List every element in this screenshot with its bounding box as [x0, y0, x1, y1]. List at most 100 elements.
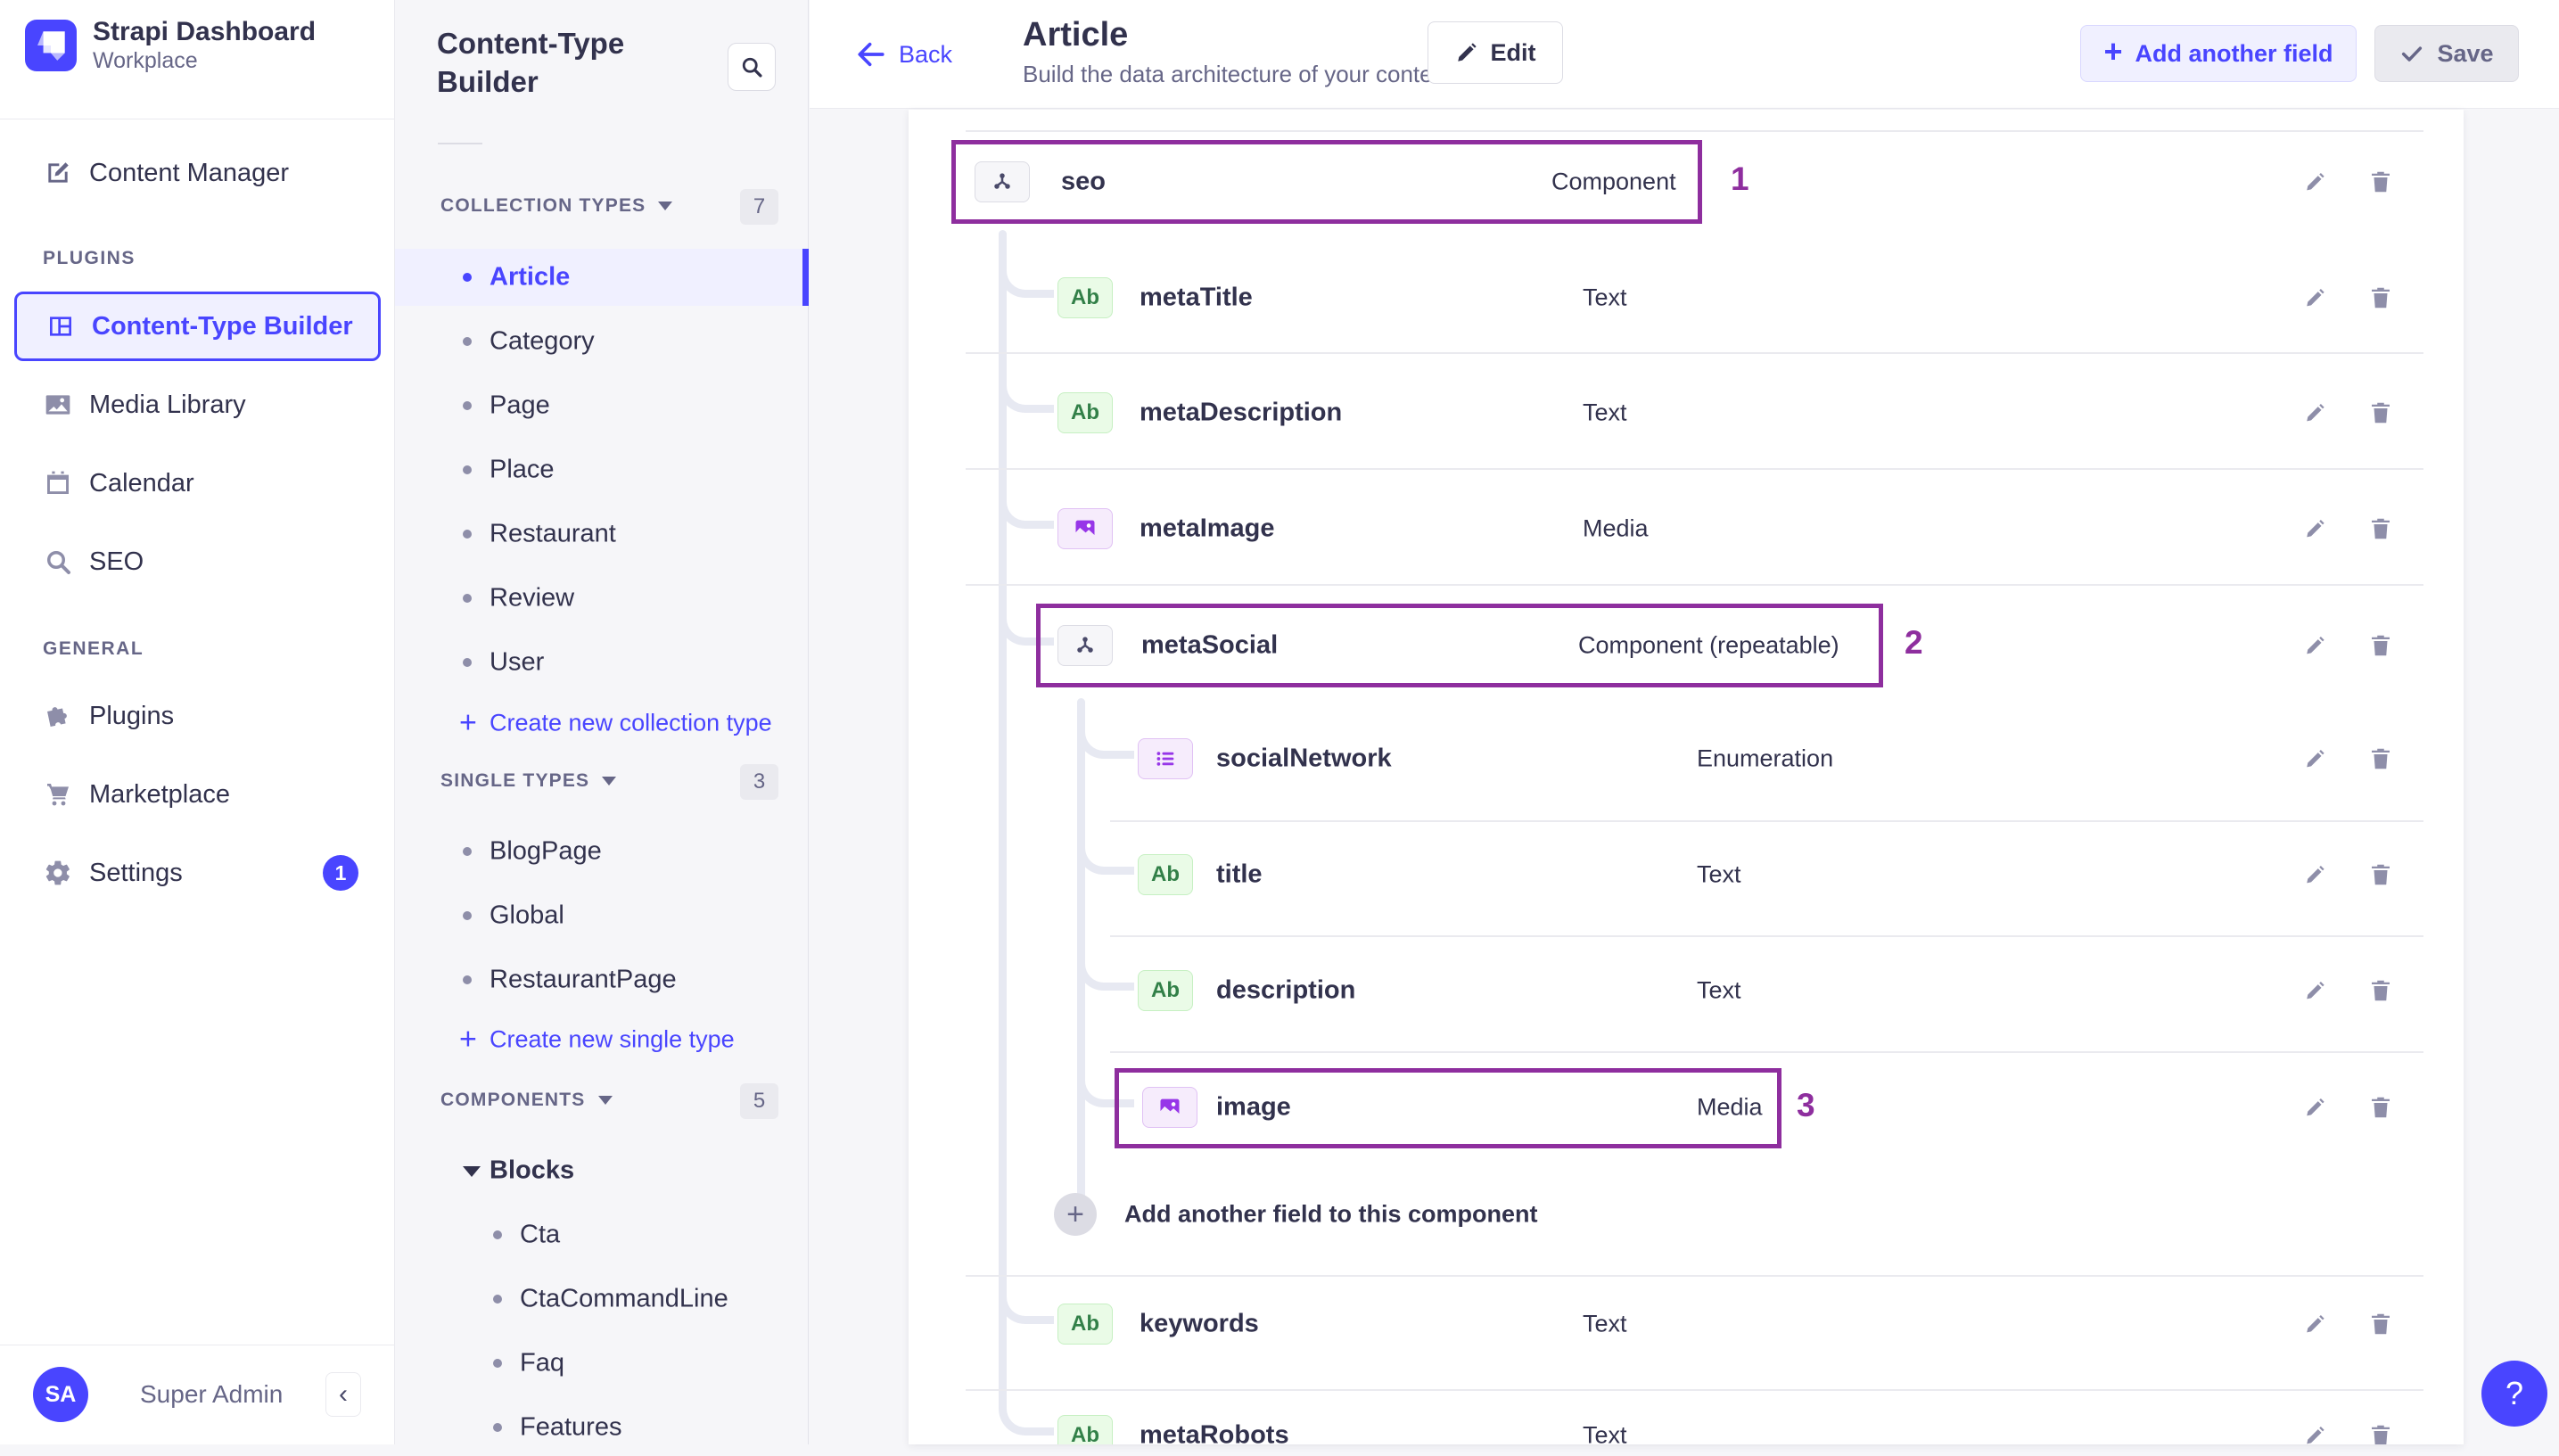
create-single-type-link[interactable]: + Create new single type [395, 1011, 809, 1068]
sidebar-item-label: Calendar [89, 468, 194, 498]
divider [438, 143, 482, 144]
sidebar-item-settings[interactable]: Settings 1 [0, 844, 395, 901]
delete-field-icon[interactable] [2367, 861, 2394, 888]
edit-field-icon[interactable] [2301, 1311, 2328, 1337]
delete-field-icon[interactable] [2367, 169, 2394, 195]
search-icon [742, 57, 762, 78]
plus-icon: + [1054, 1193, 1097, 1236]
edit-field-icon[interactable] [2301, 284, 2328, 311]
edit-field-icon[interactable] [2301, 1422, 2328, 1444]
delete-field-icon[interactable] [2367, 1094, 2394, 1121]
field-row-metatitle[interactable]: Ab metaTitle Text [909, 257, 2464, 339]
bullet-icon [463, 911, 472, 920]
enumeration-field-icon [1138, 738, 1193, 779]
chevron-down-icon [602, 777, 617, 786]
components-count: 5 [740, 1083, 778, 1119]
sidebar-item-content-manager[interactable]: Content Manager [0, 144, 395, 202]
component-icon [975, 161, 1030, 202]
edit-field-icon[interactable] [2301, 399, 2328, 426]
subnav-item-blogpage[interactable]: BlogPage [395, 823, 809, 880]
edit-field-icon[interactable] [2301, 745, 2328, 772]
sidebar-item-label: Content-Type Builder [92, 311, 353, 341]
edit-field-icon[interactable] [2301, 861, 2328, 888]
sidebar-item-media-library[interactable]: Media Library [0, 376, 395, 433]
bullet-icon [493, 1230, 502, 1239]
edit-button[interactable]: Edit [1428, 21, 1563, 84]
nav-section-plugins: PLUGINS [43, 248, 136, 268]
search-button[interactable] [728, 43, 776, 91]
field-row-metaimage[interactable]: metaImage Media [909, 488, 2464, 570]
subnav-item-restaurantpage[interactable]: RestaurantPage [395, 951, 809, 1008]
plus-icon: + [459, 705, 477, 740]
bullet-icon [463, 975, 472, 984]
page-subtitle: Build the data architecture of your cont… [1023, 61, 1452, 87]
content-type-builder-icon [45, 311, 76, 341]
text-field-icon: Ab [1138, 970, 1193, 1011]
field-row-socialnetwork[interactable]: socialNetwork Enumeration [909, 718, 2464, 800]
field-row-metadescription[interactable]: Ab metaDescription Text [909, 372, 2464, 454]
collection-types-header[interactable]: COLLECTION TYPES [440, 195, 673, 217]
save-button[interactable]: Save [2374, 25, 2519, 82]
collection-types-count: 7 [740, 189, 778, 225]
components-header[interactable]: COMPONENTS [440, 1090, 613, 1111]
nav-section-general: GENERAL [43, 638, 144, 659]
edit-field-icon[interactable] [2301, 632, 2328, 659]
divider [1110, 820, 2423, 822]
subnav-item-category[interactable]: Category [395, 313, 809, 370]
subnav-item-ctacommandline[interactable]: CtaCommandLine [395, 1271, 809, 1328]
collapse-sidebar-button[interactable]: ‹ [325, 1372, 361, 1417]
media-library-icon [43, 390, 73, 420]
bullet-icon [463, 401, 472, 410]
add-another-field-button[interactable]: + Add another field [2080, 25, 2357, 82]
sidebar-item-seo[interactable]: SEO [0, 533, 395, 590]
add-field-to-component-button[interactable]: + Add another field to this component [909, 1173, 2464, 1255]
user-menu[interactable]: SA Super Admin ‹ [0, 1367, 395, 1426]
delete-field-icon[interactable] [2367, 515, 2394, 542]
edit-field-icon[interactable] [2301, 1094, 2328, 1121]
delete-field-icon[interactable] [2367, 284, 2394, 311]
subnav-item-article[interactable]: Article [395, 249, 809, 306]
edit-field-icon[interactable] [2301, 515, 2328, 542]
subnav-item-features[interactable]: Features [395, 1399, 809, 1456]
check-icon [2402, 46, 2423, 62]
back-link[interactable]: Back [856, 39, 952, 70]
delete-field-icon[interactable] [2367, 977, 2394, 1004]
create-collection-type-link[interactable]: + Create new collection type [395, 695, 809, 752]
field-row-metarobots[interactable]: Ab metaRobots Text [909, 1394, 2464, 1444]
workspace-switcher[interactable]: Strapi Dashboard Workplace [25, 16, 316, 74]
sidebar-item-plugins[interactable]: Plugins [0, 687, 395, 744]
field-row-metasocial[interactable]: metaSocial Component (repeatable) [909, 605, 2464, 687]
sidebar-item-marketplace[interactable]: Marketplace [0, 766, 395, 823]
write-icon [43, 158, 73, 188]
text-field-icon: Ab [1057, 277, 1113, 318]
avatar: SA [33, 1367, 88, 1422]
single-types-header[interactable]: SINGLE TYPES [440, 770, 617, 792]
subnav-item-user[interactable]: User [395, 634, 809, 691]
sidebar-item-content-type-builder[interactable]: Content-Type Builder [14, 292, 381, 361]
field-row-seo[interactable]: seo Component [909, 141, 2464, 223]
subnav-item-place[interactable]: Place [395, 441, 809, 498]
subnav-item-review[interactable]: Review [395, 570, 809, 627]
delete-field-icon[interactable] [2367, 399, 2394, 426]
field-row-keywords[interactable]: Ab keywords Text [909, 1283, 2464, 1365]
subnav-item-page[interactable]: Page [395, 377, 809, 434]
sidebar-item-label: Settings [89, 858, 183, 887]
delete-field-icon[interactable] [2367, 632, 2394, 659]
subnav-item-cta[interactable]: Cta [395, 1206, 809, 1263]
delete-field-icon[interactable] [2367, 1422, 2394, 1444]
sidebar-item-label: Content Manager [89, 158, 290, 187]
field-row-title[interactable]: Ab title Text [909, 834, 2464, 916]
help-button[interactable]: ? [2481, 1361, 2547, 1427]
app-title: Strapi Dashboard [93, 17, 317, 46]
edit-field-icon[interactable] [2301, 169, 2328, 195]
delete-field-icon[interactable] [2367, 745, 2394, 772]
subnav-item-faq[interactable]: Faq [395, 1335, 809, 1392]
subnav-item-global[interactable]: Global [395, 887, 809, 944]
edit-field-icon[interactable] [2301, 977, 2328, 1004]
sidebar-item-calendar[interactable]: Calendar [0, 455, 395, 512]
subnav-item-restaurant[interactable]: Restaurant [395, 506, 809, 563]
delete-field-icon[interactable] [2367, 1311, 2394, 1337]
subnav-item-blocks[interactable]: Blocks [395, 1142, 809, 1199]
field-row-description[interactable]: Ab description Text [909, 950, 2464, 1032]
field-row-image[interactable]: image Media [909, 1066, 2464, 1148]
